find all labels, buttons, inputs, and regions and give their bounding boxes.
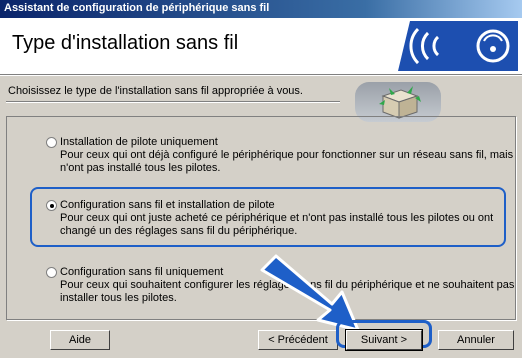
- wizard-header: Type d'installation sans fil: [0, 18, 522, 74]
- window-title: Assistant de configuration de périphériq…: [4, 2, 270, 14]
- radio-wireless-and-driver[interactable]: [46, 200, 57, 211]
- help-button[interactable]: Aide: [50, 330, 110, 350]
- option-description: Pour ceux qui ont juste acheté ce périph…: [60, 212, 494, 237]
- cancel-button[interactable]: Annuler: [438, 330, 514, 350]
- wizard-window: Assistant de configuration de périphériq…: [0, 0, 522, 358]
- wireless-logo-icon: [398, 21, 518, 71]
- page-title: Type d'installation sans fil: [12, 32, 239, 54]
- option-label: Configuration sans fil uniquement: [60, 266, 224, 278]
- radio-wireless-only[interactable]: [46, 267, 57, 278]
- back-button[interactable]: < Précédent: [258, 330, 338, 350]
- option-description: Pour ceux qui ont déjà configuré le péri…: [60, 149, 514, 174]
- intro-divider-highlight: [6, 102, 340, 103]
- option-label: Configuration sans fil et installation d…: [60, 199, 275, 211]
- option-label: Installation de pilote uniquement: [60, 136, 218, 148]
- title-bar[interactable]: Assistant de configuration de périphériq…: [0, 0, 522, 18]
- intro-text: Choisissez le type de l'installation san…: [8, 85, 303, 97]
- radio-driver-only[interactable]: [46, 137, 57, 148]
- next-button[interactable]: Suivant >: [345, 329, 423, 351]
- header-divider-highlight: [0, 75, 522, 76]
